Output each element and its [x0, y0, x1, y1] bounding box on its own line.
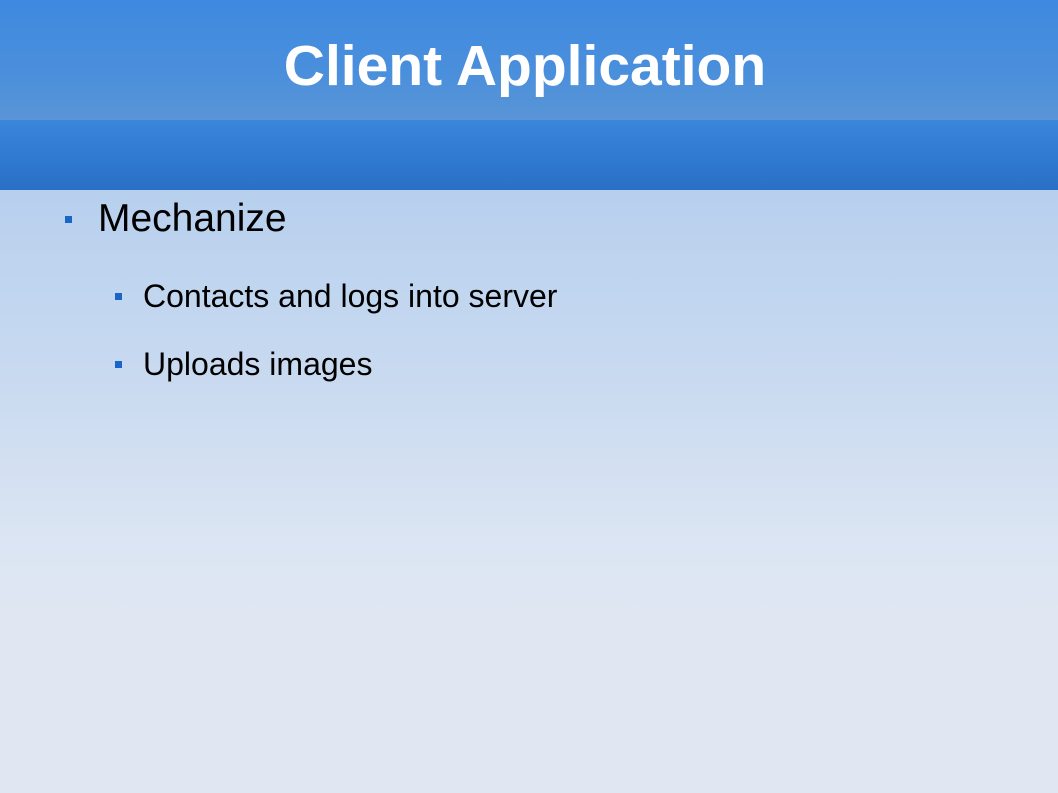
square-bullet-icon [65, 215, 72, 223]
bullet-text: Mechanize [98, 197, 287, 240]
sub-bullet-item-contacts: Contacts and logs into server [115, 276, 557, 316]
sub-bullet-item-uploads: Uploads images [115, 344, 372, 384]
bullet-item-mechanize: Mechanize [65, 196, 287, 242]
slide-title: Client Application [283, 34, 767, 98]
title-accent-band [0, 120, 1058, 190]
title-bar: Client Application [0, 0, 1058, 120]
sub-bullet-text: Contacts and logs into server [143, 278, 558, 314]
square-bullet-icon [115, 360, 122, 368]
square-bullet-icon [115, 292, 122, 300]
sub-bullet-text: Uploads images [143, 346, 373, 382]
slide: Client Application Mechanize Contacts an… [0, 0, 1058, 793]
